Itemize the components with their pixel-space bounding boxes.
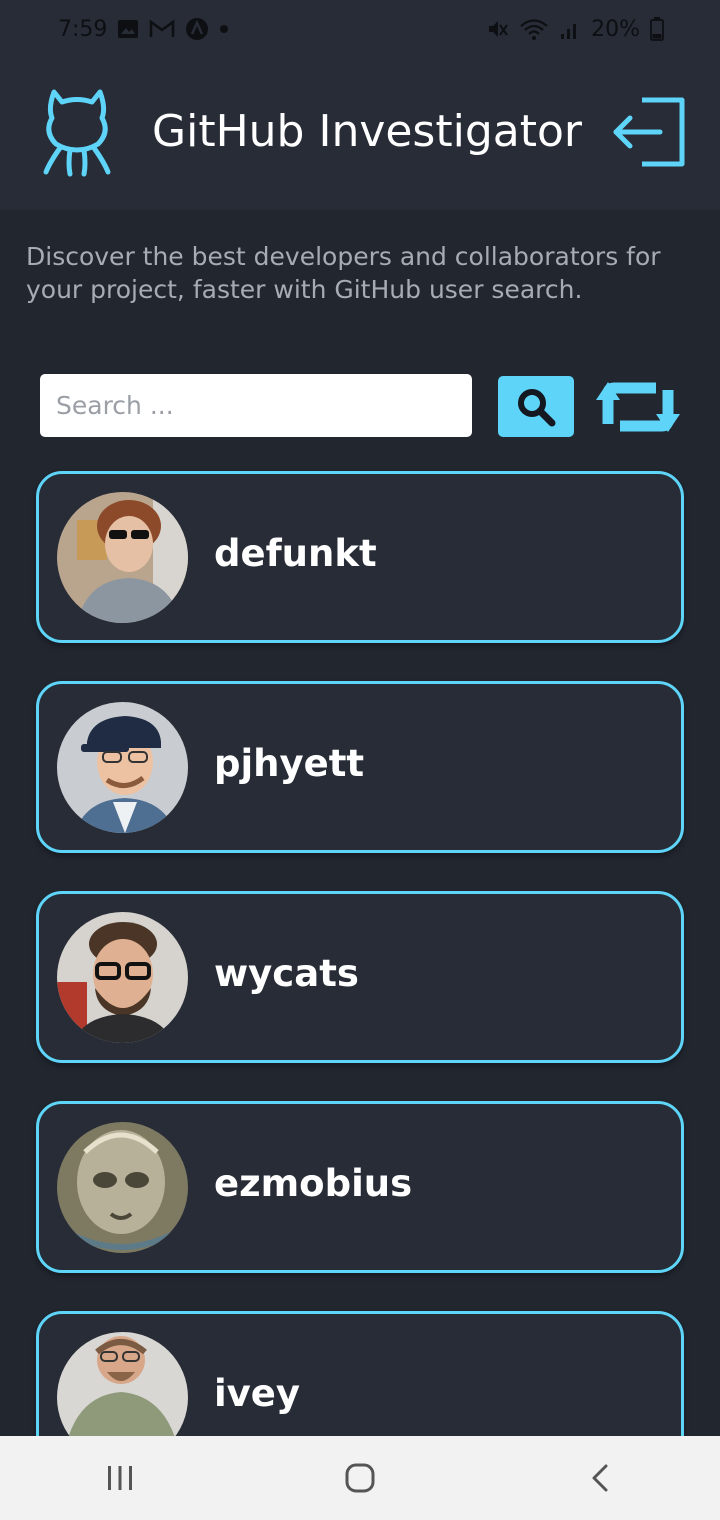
search-input[interactable]: [40, 374, 472, 437]
logout-icon[interactable]: [612, 96, 688, 168]
user-avatar: [57, 1332, 188, 1436]
user-avatar: [57, 912, 188, 1043]
username: wycats: [214, 952, 359, 995]
search-icon: [518, 388, 556, 426]
battery-icon: [650, 17, 664, 41]
user-card[interactable]: pjhyett: [36, 681, 684, 853]
user-card[interactable]: ivey: [36, 1311, 684, 1436]
user-card[interactable]: wycats: [36, 891, 684, 1063]
system-nav-bar: [0, 1436, 720, 1520]
github-octocat-icon: [43, 89, 111, 177]
user-card[interactable]: ezmobius: [36, 1101, 684, 1273]
gallery-notification-icon: [118, 20, 139, 38]
more-notifications-dot-icon: [220, 25, 229, 33]
username: ivey: [214, 1372, 301, 1415]
nav-back-button[interactable]: [560, 1436, 640, 1520]
home-icon: [345, 1463, 375, 1493]
signal-icon: [561, 24, 577, 39]
refresh-icon[interactable]: [594, 376, 682, 438]
user-avatar: [57, 1122, 188, 1253]
tagline: Discover the best developers and collabo…: [26, 242, 661, 304]
battery-percent: 20%: [591, 16, 640, 42]
status-bar: 7:59 20%: [0, 0, 720, 58]
nav-home-button[interactable]: [320, 1436, 400, 1520]
wifi-icon: [520, 19, 548, 40]
username: ezmobius: [214, 1162, 413, 1205]
gmail-notification-icon: [150, 19, 175, 37]
user-avatar: [57, 702, 188, 833]
status-left: 7:59: [58, 17, 229, 42]
username: defunkt: [214, 532, 377, 575]
app-header: GitHub Investigator: [0, 58, 720, 210]
user-avatar: [57, 492, 188, 623]
username: pjhyett: [214, 742, 365, 785]
user-card[interactable]: defunkt: [36, 471, 684, 643]
recents-icon: [108, 1466, 132, 1490]
back-icon: [592, 1464, 608, 1492]
status-right: 20%: [485, 17, 664, 42]
user-list: defunkt pjhyett wycats ezmobius ivey: [0, 0, 720, 1436]
app-title: GitHub Investigator: [152, 106, 582, 157]
nav-recents-button[interactable]: [80, 1436, 160, 1520]
search-button[interactable]: [498, 376, 574, 437]
mute-icon: [489, 21, 508, 37]
status-time: 7:59: [58, 16, 108, 42]
app-notification-icon: [186, 18, 209, 40]
